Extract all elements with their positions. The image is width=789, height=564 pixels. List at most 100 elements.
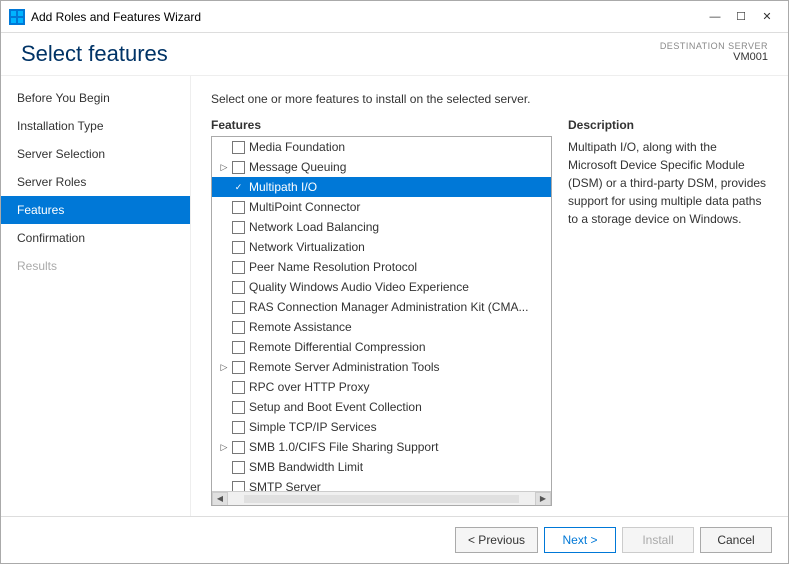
feature-label: Remote Assistance: [249, 320, 352, 334]
expander-icon: [216, 419, 232, 435]
feature-checkbox[interactable]: [232, 421, 245, 434]
feature-checkbox[interactable]: [232, 341, 245, 354]
maximize-button[interactable]: ☐: [728, 7, 754, 27]
destination-label: DESTINATION SERVER: [660, 41, 768, 51]
features-header: Features: [211, 118, 552, 132]
list-item[interactable]: ▷ Remote Server Administration Tools: [212, 357, 551, 377]
features-layout: Features Media Foundation ▷: [211, 118, 768, 506]
sidebar-item-features[interactable]: Features: [1, 196, 190, 224]
expander-icon: [216, 179, 232, 195]
feature-label: RPC over HTTP Proxy: [249, 380, 369, 394]
list-item[interactable]: ▷ Message Queuing: [212, 157, 551, 177]
previous-button[interactable]: < Previous: [455, 527, 538, 553]
list-item[interactable]: Media Foundation: [212, 137, 551, 157]
feature-checkbox[interactable]: [232, 441, 245, 454]
scroll-track: [244, 495, 519, 503]
feature-checkbox[interactable]: [232, 161, 245, 174]
cancel-button[interactable]: Cancel: [700, 527, 772, 553]
list-item[interactable]: Quality Windows Audio Video Experience: [212, 277, 551, 297]
content-area: Before You Begin Installation Type Serve…: [1, 76, 788, 516]
feature-label: Remote Server Administration Tools: [249, 360, 440, 374]
list-item[interactable]: SMB Bandwidth Limit: [212, 457, 551, 477]
feature-label: Remote Differential Compression: [249, 340, 426, 354]
page-title: Select features: [21, 41, 168, 67]
feature-label: SMTP Server: [249, 480, 321, 491]
list-item[interactable]: Network Virtualization: [212, 237, 551, 257]
feature-label: Multipath I/O: [249, 180, 317, 194]
feature-label: Peer Name Resolution Protocol: [249, 260, 417, 274]
sidebar-item-server-roles[interactable]: Server Roles: [1, 168, 190, 196]
sidebar-item-confirmation[interactable]: Confirmation: [1, 224, 190, 252]
feature-checkbox[interactable]: [232, 461, 245, 474]
feature-label: Media Foundation: [249, 140, 345, 154]
close-button[interactable]: ✕: [754, 7, 780, 27]
list-item[interactable]: MultiPoint Connector: [212, 197, 551, 217]
expander-icon[interactable]: ▷: [216, 439, 232, 455]
window-controls: — ☐ ✕: [702, 7, 780, 27]
destination-value: VM001: [660, 51, 768, 63]
list-item[interactable]: RAS Connection Manager Administration Ki…: [212, 297, 551, 317]
sidebar-item-installation-type[interactable]: Installation Type: [1, 112, 190, 140]
feature-checkbox[interactable]: [232, 221, 245, 234]
list-item[interactable]: Remote Differential Compression: [212, 337, 551, 357]
feature-checkbox[interactable]: [232, 261, 245, 274]
feature-checkbox[interactable]: [232, 401, 245, 414]
expander-icon: [216, 399, 232, 415]
description-text: Multipath I/O, along with the Microsoft …: [568, 138, 768, 228]
feature-checkbox[interactable]: [232, 481, 245, 492]
sidebar-item-server-selection[interactable]: Server Selection: [1, 140, 190, 168]
feature-checkbox[interactable]: [232, 361, 245, 374]
expander-icon[interactable]: ▷: [216, 159, 232, 175]
list-item[interactable]: Network Load Balancing: [212, 217, 551, 237]
list-item-multipath-io[interactable]: Multipath I/O: [212, 177, 551, 197]
expander-icon: [216, 199, 232, 215]
feature-label: Network Load Balancing: [249, 220, 379, 234]
features-panel: Features Media Foundation ▷: [211, 118, 552, 506]
feature-checkbox[interactable]: [232, 301, 245, 314]
sidebar: Before You Begin Installation Type Serve…: [1, 76, 191, 516]
feature-label: MultiPoint Connector: [249, 200, 360, 214]
feature-checkbox[interactable]: [232, 321, 245, 334]
feature-label: Message Queuing: [249, 160, 346, 174]
list-item[interactable]: Setup and Boot Event Collection: [212, 397, 551, 417]
feature-label: SMB Bandwidth Limit: [249, 460, 363, 474]
next-button[interactable]: Next >: [544, 527, 616, 553]
feature-checkbox[interactable]: [232, 141, 245, 154]
sidebar-item-results: Results: [1, 252, 190, 280]
expander-icon: [216, 479, 232, 491]
feature-checkbox[interactable]: [232, 241, 245, 254]
feature-checkbox[interactable]: [232, 381, 245, 394]
wizard-window: Add Roles and Features Wizard — ☐ ✕ Sele…: [0, 0, 789, 564]
scroll-left-button[interactable]: ◀: [212, 492, 228, 506]
app-icon: [9, 9, 25, 25]
expander-icon: [216, 279, 232, 295]
feature-label: Simple TCP/IP Services: [249, 420, 377, 434]
expander-icon: [216, 139, 232, 155]
feature-label: Setup and Boot Event Collection: [249, 400, 422, 414]
instruction-text: Select one or more features to install o…: [211, 92, 768, 106]
feature-checkbox[interactable]: [232, 281, 245, 294]
feature-checkbox[interactable]: [232, 201, 245, 214]
window-title: Add Roles and Features Wizard: [31, 10, 201, 24]
list-item[interactable]: RPC over HTTP Proxy: [212, 377, 551, 397]
minimize-button[interactable]: —: [702, 7, 728, 27]
expander-icon[interactable]: ▷: [216, 359, 232, 375]
footer: < Previous Next > Install Cancel: [1, 516, 788, 563]
expander-icon: [216, 379, 232, 395]
feature-label: RAS Connection Manager Administration Ki…: [249, 300, 528, 314]
destination-server: DESTINATION SERVER VM001: [660, 41, 768, 63]
description-panel: Description Multipath I/O, along with th…: [568, 118, 768, 506]
scroll-right-button[interactable]: ▶: [535, 492, 551, 506]
expander-icon: [216, 239, 232, 255]
feature-checkbox-multipath[interactable]: [232, 181, 245, 194]
features-list[interactable]: Media Foundation ▷ Message Queuing: [212, 137, 551, 491]
list-item[interactable]: Peer Name Resolution Protocol: [212, 257, 551, 277]
list-item[interactable]: SMTP Server: [212, 477, 551, 491]
list-item[interactable]: Simple TCP/IP Services: [212, 417, 551, 437]
list-item[interactable]: ▷ SMB 1.0/CIFS File Sharing Support: [212, 437, 551, 457]
horizontal-scrollbar[interactable]: ◀ ▶: [212, 491, 551, 505]
description-header: Description: [568, 118, 768, 132]
header-bar: Select features DESTINATION SERVER VM001: [1, 33, 788, 76]
list-item[interactable]: Remote Assistance: [212, 317, 551, 337]
sidebar-item-before-you-begin[interactable]: Before You Begin: [1, 84, 190, 112]
